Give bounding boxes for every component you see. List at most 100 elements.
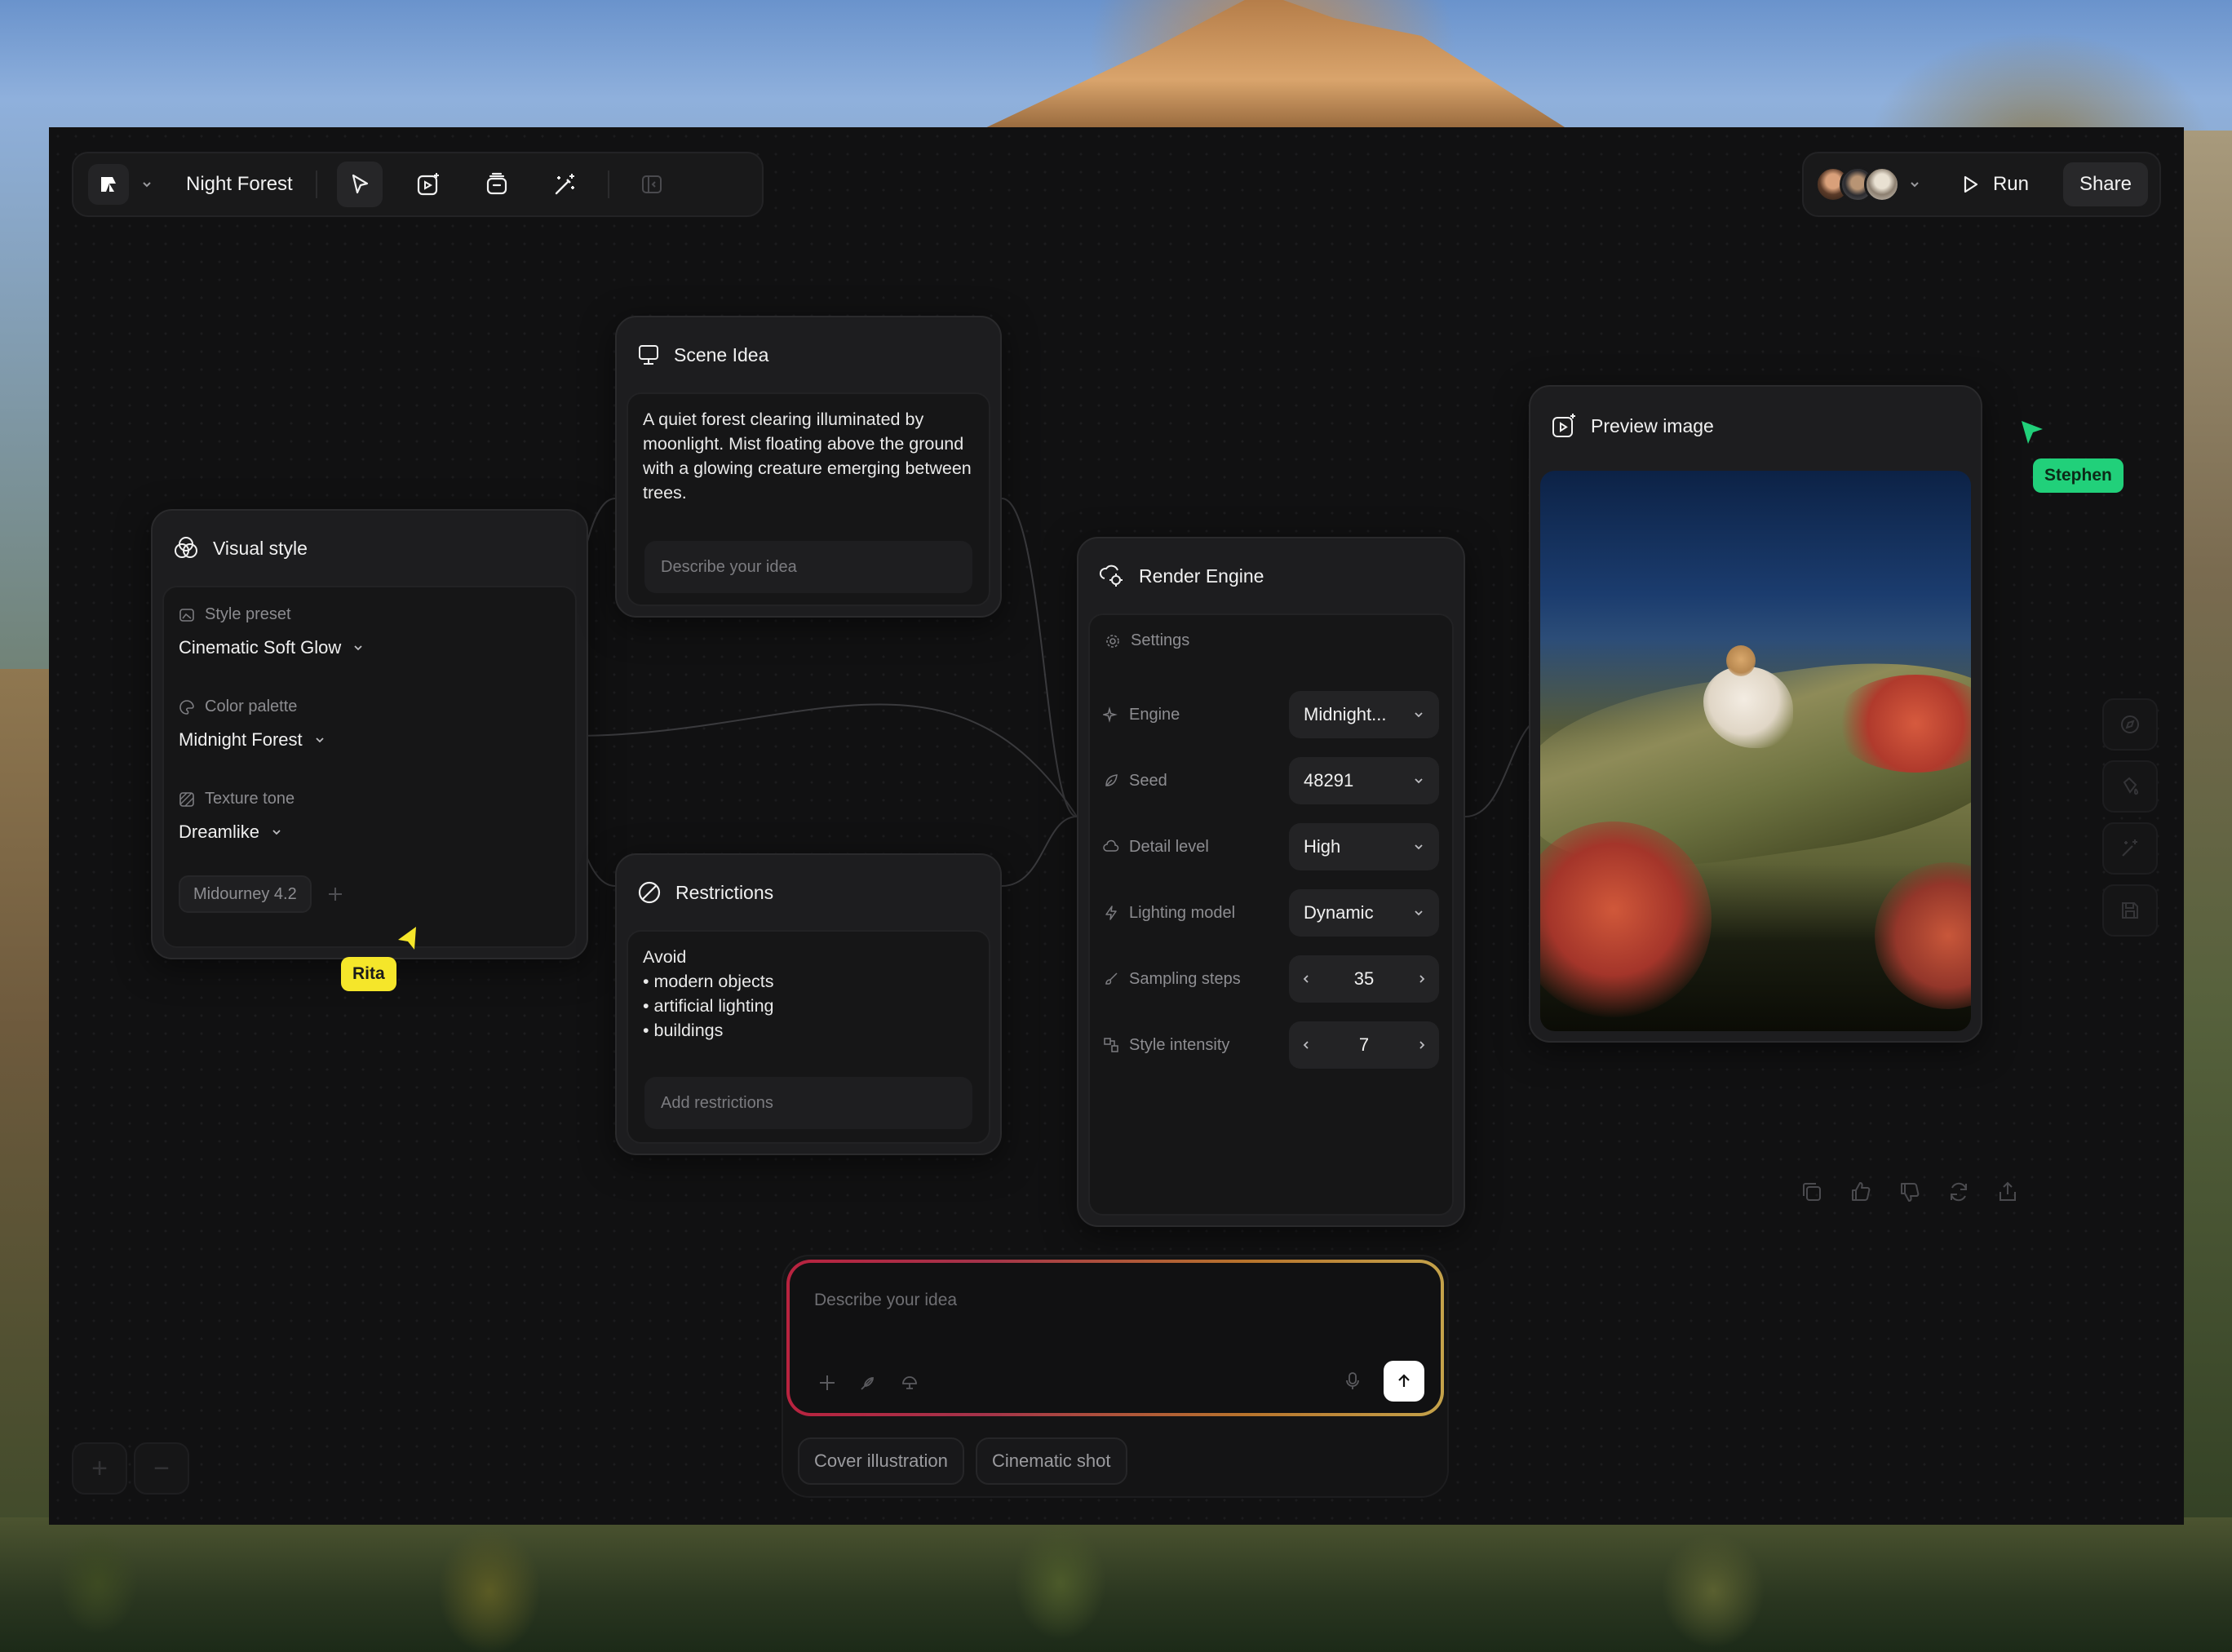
node-header[interactable]: Preview image xyxy=(1530,387,1981,465)
microphone-icon[interactable] xyxy=(1343,1371,1362,1392)
thumbs-down-icon[interactable] xyxy=(1898,1180,1922,1204)
engine-select[interactable]: Midnight... xyxy=(1289,691,1439,738)
add-tag-icon[interactable] xyxy=(326,885,344,903)
suggestion-chip[interactable]: Cover illustration xyxy=(798,1437,964,1485)
render-engine-node[interactable]: Render Engine Settings Engine Midnight..… xyxy=(1077,537,1465,1227)
save-icon xyxy=(2122,902,2138,919)
magic-tool-button[interactable] xyxy=(542,162,588,207)
prompt-composer: Describe your idea Cover illustration Ci… xyxy=(782,1255,1449,1498)
prompt-input[interactable]: Describe your idea xyxy=(786,1260,1444,1416)
toggle-panel-button[interactable] xyxy=(629,162,675,207)
restriction-item: • buildings xyxy=(643,1021,724,1040)
seed-select[interactable]: 48291 xyxy=(1289,757,1439,804)
add-restrictions-input[interactable]: Add restrictions xyxy=(644,1077,972,1129)
lamp-icon[interactable] xyxy=(899,1372,920,1393)
zoom-in-button[interactable]: + xyxy=(72,1442,127,1495)
enhance-tool-button[interactable] xyxy=(2102,822,2158,875)
node-header[interactable]: Restrictions xyxy=(617,855,1000,930)
pointer-tool-button[interactable] xyxy=(336,162,383,207)
preview-image[interactable] xyxy=(1540,471,1971,1031)
preview-actions xyxy=(1800,1180,2020,1204)
node-title: Scene Idea xyxy=(674,343,769,365)
workflow-canvas[interactable]: Night Forest Run Share Visual style Styl… xyxy=(49,127,2184,1525)
node-title: Visual style xyxy=(213,537,308,559)
scene-idea-node[interactable]: Scene Idea A quiet forest clearing illum… xyxy=(615,316,1002,618)
style-preset-label: Style preset xyxy=(179,605,560,624)
chevron-left-icon[interactable] xyxy=(1300,973,1312,985)
chevron-down-icon xyxy=(315,737,324,743)
explore-tool-button[interactable] xyxy=(2102,698,2158,751)
restriction-item: • modern objects xyxy=(643,972,774,991)
visual-style-node[interactable]: Visual style Style preset Cinematic Soft… xyxy=(151,509,588,959)
seed-setting: Seed 48291 xyxy=(1103,756,1439,805)
texture-tone-label: Texture tone xyxy=(179,790,560,808)
share-button[interactable]: Share xyxy=(2062,162,2148,206)
sampling-steps-setting: Sampling steps 35 xyxy=(1103,954,1439,1003)
chevron-down-icon xyxy=(1415,910,1423,916)
detail-level-setting: Detail level High xyxy=(1103,822,1439,871)
chevron-down-icon[interactable] xyxy=(137,175,157,194)
sparkle-icon xyxy=(1103,706,1118,723)
node-header[interactable]: Render Engine xyxy=(1078,538,1464,613)
sampling-steps-stepper[interactable]: 35 xyxy=(1289,955,1439,1003)
add-image-tool-button[interactable] xyxy=(405,162,451,207)
run-label: Run xyxy=(1992,173,2029,195)
lighting-model-setting: Lighting model Dynamic xyxy=(1103,888,1439,937)
texture-tone-select[interactable]: Dreamlike xyxy=(179,822,560,843)
style-intensity-stepper[interactable]: 7 xyxy=(1289,1021,1439,1069)
detail-level-select[interactable]: High xyxy=(1289,823,1439,870)
zoom-out-button[interactable]: − xyxy=(134,1442,189,1495)
refresh-icon[interactable] xyxy=(1946,1180,1971,1204)
node-header[interactable]: Scene Idea xyxy=(617,317,1000,392)
copy-icon[interactable] xyxy=(1800,1180,1824,1204)
suggestion-chip[interactable]: Cinematic shot xyxy=(976,1437,1127,1485)
share-icon[interactable] xyxy=(1995,1180,2020,1204)
cloud-gear-icon xyxy=(1099,565,1123,587)
pointer-icon xyxy=(352,174,368,194)
palette-icon xyxy=(179,699,194,715)
layers-tool-button[interactable] xyxy=(474,162,520,207)
thumbs-up-icon[interactable] xyxy=(1849,1180,1873,1204)
model-tag[interactable]: Midourney 4.2 xyxy=(179,875,312,913)
texture-icon xyxy=(179,791,194,807)
preview-image-node[interactable]: Preview image xyxy=(1529,385,1982,1043)
scene-description[interactable]: A quiet forest clearing illuminated by m… xyxy=(628,394,989,518)
running-figure xyxy=(1679,642,1801,756)
image-plus-icon xyxy=(1552,414,1575,437)
describe-idea-input[interactable]: Describe your idea xyxy=(644,541,972,593)
bucket-icon xyxy=(2123,777,2139,795)
project-title[interactable]: Night Forest xyxy=(186,173,293,196)
feather-icon[interactable] xyxy=(858,1373,878,1393)
node-body: A quiet forest clearing illuminated by m… xyxy=(627,392,990,606)
rita-cursor-label: Rita xyxy=(341,957,396,991)
chevron-down-icon xyxy=(1415,844,1423,850)
chevron-down-icon xyxy=(354,645,362,651)
collaborators[interactable] xyxy=(1815,166,1924,202)
restrictions-node[interactable]: Restrictions Avoid • modern objects • ar… xyxy=(615,853,1002,1155)
send-button[interactable] xyxy=(1384,1361,1424,1402)
chevron-down-icon[interactable] xyxy=(1905,175,1924,194)
node-title: Render Engine xyxy=(1139,565,1264,587)
collab-toolbar: Run Share xyxy=(1802,152,2161,217)
toolbar-divider xyxy=(607,171,609,198)
fill-tool-button[interactable] xyxy=(2102,760,2158,813)
run-button[interactable]: Run xyxy=(1944,173,2044,196)
lighting-model-select[interactable]: Dynamic xyxy=(1289,889,1439,937)
cloud-icon xyxy=(1103,839,1119,852)
style-preset-select[interactable]: Cinematic Soft Glow xyxy=(179,637,560,658)
chevron-right-icon[interactable] xyxy=(1416,973,1428,985)
arrow-up-icon xyxy=(1398,1374,1410,1387)
avatar[interactable] xyxy=(1864,166,1900,202)
ban-icon xyxy=(638,881,661,904)
color-palette-select[interactable]: Midnight Forest xyxy=(179,729,560,751)
chevron-left-icon[interactable] xyxy=(1300,1039,1312,1051)
plus-icon[interactable] xyxy=(817,1373,837,1393)
mountain-slope-left xyxy=(0,669,51,1566)
wire-restrictions-to-render xyxy=(1001,816,1078,887)
app-logo-button[interactable] xyxy=(88,164,129,205)
save-tool-button[interactable] xyxy=(2102,884,2158,937)
rita-cursor-icon xyxy=(398,927,416,950)
chevron-right-icon[interactable] xyxy=(1416,1039,1428,1051)
restrictions-list[interactable]: Avoid • modern objects • artificial ligh… xyxy=(628,932,989,1056)
node-header[interactable]: Visual style xyxy=(153,511,587,586)
